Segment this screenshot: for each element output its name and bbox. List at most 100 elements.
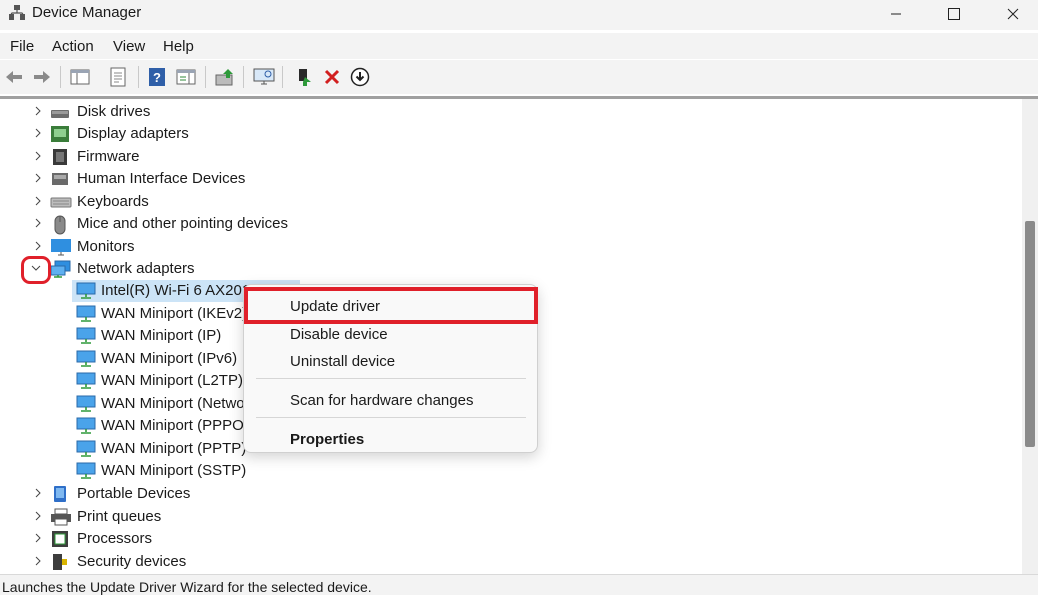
menu-separator — [256, 378, 526, 379]
tree-item-portable-devices[interactable]: Portable Devices — [0, 483, 1022, 505]
network-adapter-icon — [75, 440, 96, 458]
chevron-right-icon[interactable] — [31, 239, 45, 253]
printer-icon — [50, 508, 71, 526]
properties-icon[interactable] — [106, 65, 130, 89]
keyboard-icon — [50, 193, 72, 211]
scan-hardware-icon[interactable] — [252, 65, 276, 89]
security-device-icon — [50, 553, 70, 571]
maximize-button[interactable] — [931, 0, 977, 28]
action-pane-icon[interactable] — [174, 65, 198, 89]
menu-view[interactable]: View — [113, 38, 145, 55]
toolbar-separator — [282, 66, 283, 88]
tree-label: WAN Miniport (PPTP) — [101, 440, 247, 457]
tree-item-security-devices[interactable]: Security devices — [0, 551, 1022, 573]
toolbar-separator — [205, 66, 206, 88]
vertical-scrollbar[interactable] — [1022, 99, 1038, 574]
chevron-right-icon[interactable] — [31, 531, 45, 545]
portable-device-icon — [50, 485, 70, 503]
tree-label: Network adapters — [77, 260, 195, 277]
help-icon[interactable]: ? — [145, 65, 169, 89]
tree-label: Keyboards — [77, 193, 149, 210]
menu-separator — [256, 417, 526, 418]
tree-label: WAN Miniport (IP) — [101, 327, 222, 344]
status-bar: Launches the Update Driver Wizard for th… — [0, 574, 1038, 595]
network-adapter-icon — [75, 327, 96, 345]
tree-label: Portable Devices — [77, 485, 191, 502]
network-adapter-icon — [75, 282, 96, 300]
toolbar: ? — [0, 60, 1038, 94]
tree-item-monitors[interactable]: Monitors — [0, 236, 1022, 258]
enable-device-icon[interactable] — [292, 65, 316, 89]
menu-disable-device[interactable]: Disable device — [290, 326, 388, 343]
tree-item-mice[interactable]: Mice and other pointing devices — [0, 213, 1022, 235]
tree-label: Intel(R) Wi-Fi 6 AX201 — [101, 282, 251, 299]
tree-label: Disk drives — [77, 103, 151, 120]
forward-icon[interactable] — [30, 65, 54, 89]
tree-item-display-adapters[interactable]: Display adapters — [0, 123, 1022, 145]
menu-file[interactable]: File — [10, 38, 34, 55]
processor-icon — [50, 530, 70, 548]
network-adapter-icon — [75, 417, 96, 435]
network-adapter-icon — [75, 305, 96, 323]
uninstall-icon[interactable] — [320, 65, 344, 89]
monitor-icon — [50, 238, 71, 256]
device-manager-icon — [8, 4, 26, 22]
network-adapter-icon — [75, 372, 96, 390]
chevron-right-icon[interactable] — [31, 126, 45, 140]
tree-item-hid[interactable]: Human Interface Devices — [0, 168, 1022, 190]
menu-help[interactable]: Help — [163, 38, 194, 55]
svg-text:?: ? — [153, 70, 161, 85]
network-adapter-icon — [75, 350, 96, 368]
chevron-right-icon[interactable] — [31, 554, 45, 568]
update-driver-icon[interactable] — [213, 65, 237, 89]
chevron-right-icon[interactable] — [31, 216, 45, 230]
highlight-update-driver — [244, 287, 538, 324]
chevron-right-icon[interactable] — [31, 104, 45, 118]
menu-uninstall-device[interactable]: Uninstall device — [290, 353, 395, 370]
tree-label: Print queues — [77, 508, 162, 525]
tree-label: Display adapters — [77, 125, 189, 142]
tree-label: Monitors — [77, 238, 135, 255]
chevron-right-icon[interactable] — [31, 486, 45, 500]
toolbar-separator — [60, 66, 61, 88]
minimize-button[interactable] — [873, 0, 919, 28]
window-title: Device Manager — [32, 4, 142, 21]
tree-item-wan-sstp[interactable]: WAN Miniport (SSTP) — [0, 460, 1022, 482]
menu-scan-hardware[interactable]: Scan for hardware changes — [290, 392, 473, 409]
show-hide-tree-icon[interactable] — [68, 65, 92, 89]
menu-properties[interactable]: Properties — [290, 431, 364, 448]
status-text: Launches the Update Driver Wizard for th… — [2, 579, 372, 595]
tree-label: Security devices — [77, 553, 187, 570]
close-button[interactable] — [990, 0, 1036, 28]
mouse-icon — [52, 215, 72, 235]
toolbar-separator — [138, 66, 139, 88]
tree-item-disk-drives[interactable]: Disk drives — [0, 101, 1022, 123]
network-adapter-icon — [50, 260, 71, 278]
hid-icon — [50, 170, 70, 188]
menu-action[interactable]: Action — [52, 38, 94, 55]
tree-item-processors[interactable]: Processors — [0, 528, 1022, 550]
tree-label: Human Interface Devices — [77, 170, 246, 187]
tree-label: WAN Miniport (SSTP) — [101, 462, 247, 479]
scrollbar-thumb[interactable] — [1025, 221, 1035, 447]
tree-item-print-queues[interactable]: Print queues — [0, 506, 1022, 528]
network-adapter-icon — [75, 462, 96, 480]
tree-label: WAN Miniport (IPv6) — [101, 350, 238, 367]
firmware-icon — [50, 148, 70, 166]
minimize-icon — [891, 13, 901, 15]
close-icon — [1007, 8, 1019, 20]
tree-label: Mice and other pointing devices — [77, 215, 288, 232]
back-icon[interactable] — [2, 65, 26, 89]
tree-label: WAN Miniport (PPPOE — [101, 417, 254, 434]
tree-item-firmware[interactable]: Firmware — [0, 146, 1022, 168]
tree-item-keyboards[interactable]: Keyboards — [0, 191, 1022, 213]
download-icon[interactable] — [348, 65, 372, 89]
display-adapter-icon — [50, 125, 70, 143]
chevron-right-icon[interactable] — [31, 194, 45, 208]
tree-item-network-adapters[interactable]: Network adapters — [0, 258, 1022, 280]
menu-bar: File Action View Help — [0, 33, 1038, 59]
disk-drive-icon — [50, 103, 70, 121]
chevron-right-icon[interactable] — [31, 171, 45, 185]
chevron-right-icon[interactable] — [31, 149, 45, 163]
chevron-right-icon[interactable] — [31, 509, 45, 523]
